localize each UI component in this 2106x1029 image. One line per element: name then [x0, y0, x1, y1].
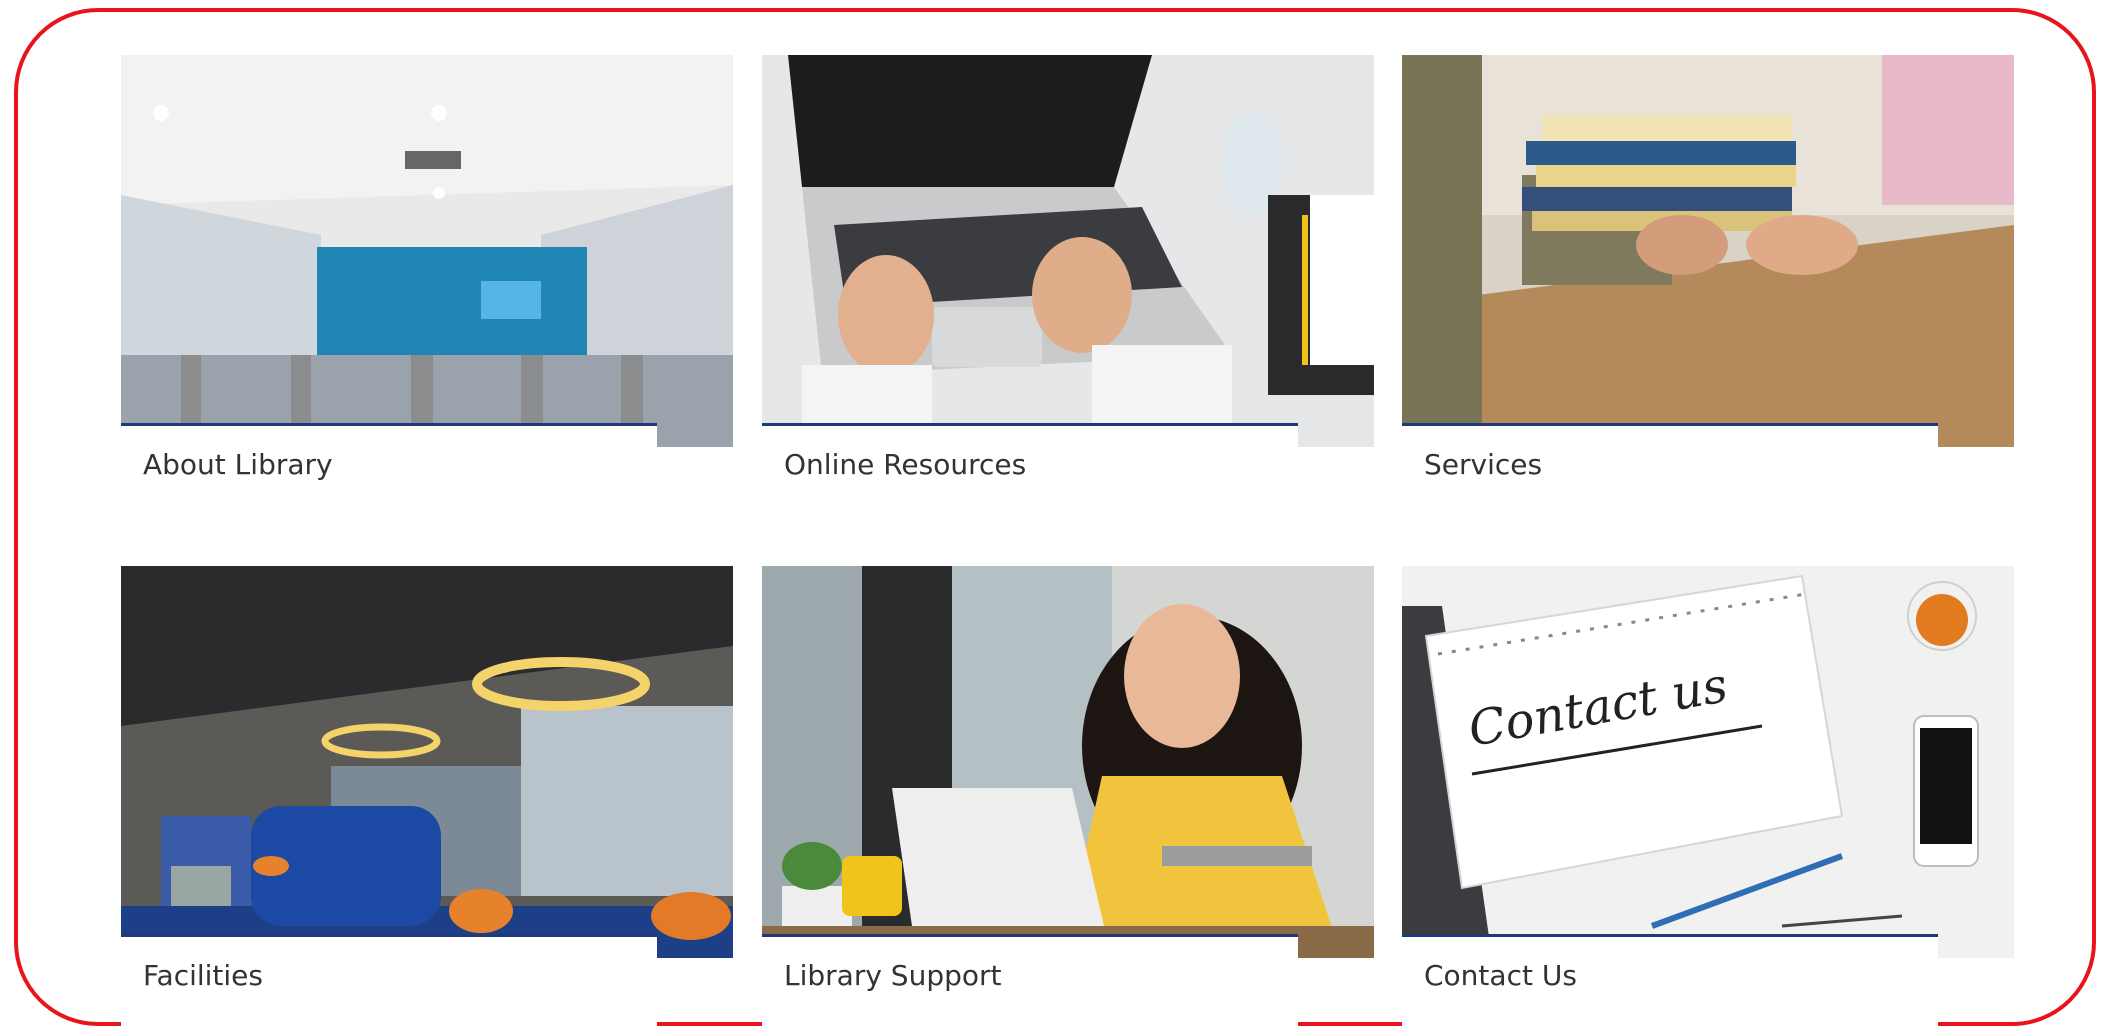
books-handover-photo[interactable]	[1402, 55, 2014, 447]
card-label: Library Support	[784, 959, 1002, 992]
library-entrance-photo[interactable]	[121, 55, 733, 447]
card-caption: About Library	[121, 423, 657, 523]
card-label: About Library	[143, 448, 333, 481]
card-label: Contact Us	[1424, 959, 1577, 992]
card-services[interactable]: Services	[1402, 55, 2014, 523]
card-caption: Online Resources	[762, 423, 1298, 523]
card-label: Online Resources	[784, 448, 1027, 481]
library-lounge-photo[interactable]	[121, 566, 733, 958]
card-caption: Contact Us	[1402, 934, 1938, 1029]
card-caption: Library Support	[762, 934, 1298, 1029]
card-library-support[interactable]: Library Support	[762, 566, 1374, 1029]
card-contact-us[interactable]: Contact us Contact Us	[1402, 566, 2014, 1029]
card-caption: Facilities	[121, 934, 657, 1029]
card-about-library[interactable]: About Library	[121, 55, 733, 523]
card-online-resources[interactable]: Online Resources	[762, 55, 1374, 523]
card-label: Facilities	[143, 959, 263, 992]
card-caption: Services	[1402, 423, 1938, 523]
student-laptop-photo[interactable]	[762, 566, 1374, 958]
card-label: Services	[1424, 448, 1543, 481]
contact-notebook-photo[interactable]: Contact us	[1402, 566, 2014, 958]
laptop-typing-photo[interactable]	[762, 55, 1374, 447]
card-facilities[interactable]: Facilities	[121, 566, 733, 1029]
